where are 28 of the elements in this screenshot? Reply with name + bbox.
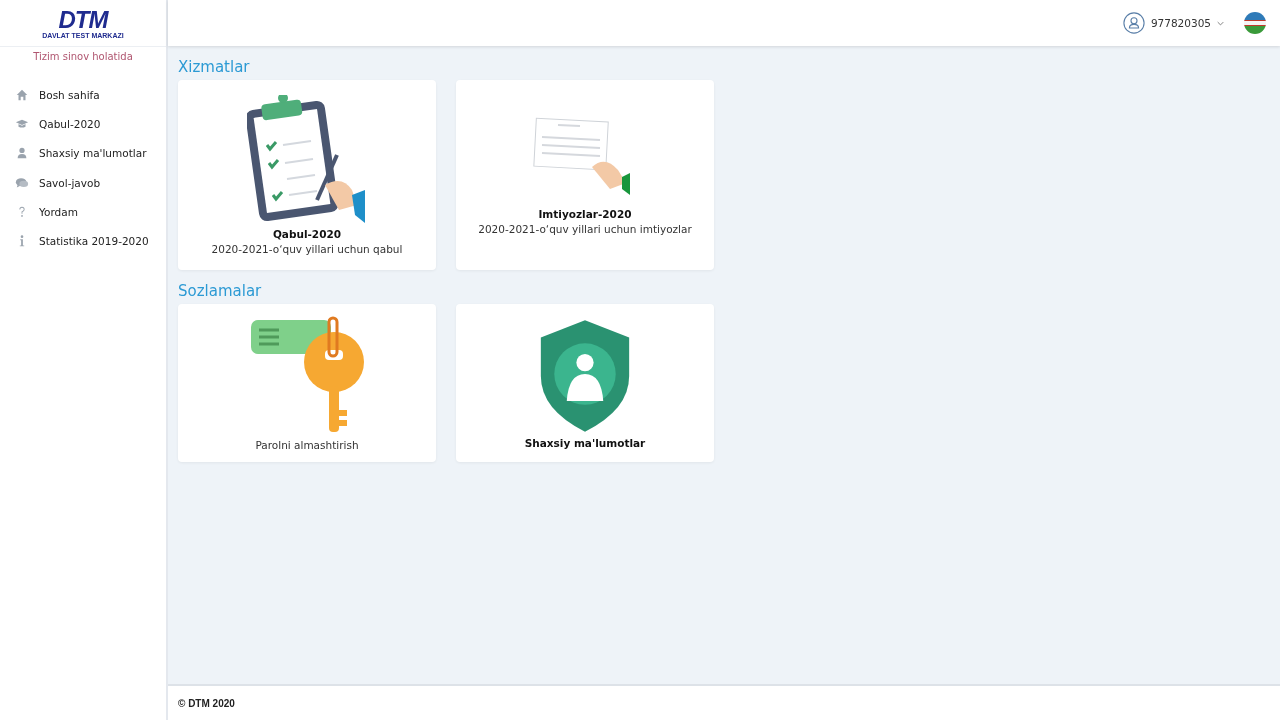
service-card[interactable]: Imtiyozlar-2020 2020-2021-o‘quv yillari uchun imtiyozlar — [456, 80, 714, 270]
section-title: Xizmatlar — [178, 58, 250, 76]
user-icon — [1122, 12, 1145, 34]
sidebar-item[interactable]: Qabul-2020 — [0, 109, 166, 139]
user-icon — [15, 146, 29, 161]
card-title: Qabul-2020 — [272, 228, 342, 240]
flag-icon[interactable] — [1244, 12, 1266, 34]
chat-icon — [15, 175, 29, 190]
card-title: Shaxsiy ma'lumotlar — [524, 436, 646, 449]
copyright-text: © DTM 2020 — [178, 697, 235, 709]
section-title: Sozlamalar — [178, 282, 262, 300]
logo-text: DTM — [58, 7, 108, 32]
card-title: Imtiyozlar-2020 — [538, 208, 632, 220]
sidebar-item[interactable]: Savol-javob — [0, 167, 166, 198]
sidebar-item[interactable]: Yordam — [0, 197, 166, 227]
sidebar-item[interactable]: Shaxsiy ma'lumotlar — [0, 138, 166, 168]
home-icon — [15, 87, 29, 102]
test-mode-notice: Tizim sinov holatida — [32, 51, 134, 62]
service-card[interactable]: Parolni almashtirish — [178, 304, 436, 462]
caret-icon — [1217, 20, 1224, 26]
card-subtitle: Parolni almashtirish — [255, 438, 359, 451]
card-subtitle: 2020-2021-o‘quv yillari uchun imtiyozlar — [478, 223, 692, 235]
sidebar-item[interactable]: Bosh sahifa — [0, 80, 166, 110]
sidebar-item[interactable]: Statistika 2019-2020 — [0, 226, 166, 256]
service-card[interactable]: Qabul-2020 2020-2021-o‘quv yillari uchun qabul — [178, 80, 436, 270]
service-card[interactable]: Shaxsiy ma'lumotlar — [456, 304, 714, 462]
card-subtitle: 2020-2021-o‘quv yillari uchun qabul — [211, 243, 403, 255]
user-menu[interactable]: 977820305 — [1116, 11, 1230, 35]
